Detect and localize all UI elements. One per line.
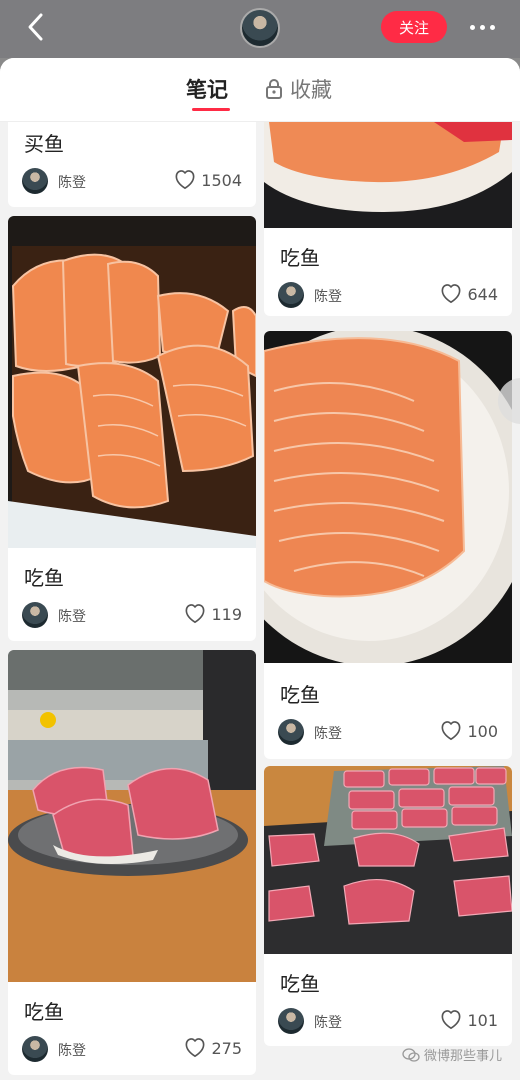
note-card[interactable]: 吃鱼 陈登 101: [264, 766, 512, 1046]
back-arrow-icon: [28, 13, 43, 41]
note-card[interactable]: 吃鱼 陈登 119: [8, 216, 256, 641]
author-name: 陈登: [58, 609, 86, 625]
like-count: 100: [467, 721, 498, 741]
avatar[interactable]: [240, 8, 280, 48]
author-name: 陈登: [314, 726, 342, 742]
note-title: 吃鱼: [280, 246, 320, 270]
note-card[interactable]: 吃鱼 陈登 100: [264, 331, 512, 759]
like-button[interactable]: 100: [440, 721, 498, 741]
salmon-plate-image: [264, 122, 512, 228]
like-count: 644: [467, 284, 498, 304]
author-avatar: [22, 1036, 48, 1062]
author-name: 陈登: [314, 289, 342, 305]
follow-button[interactable]: 关注: [381, 11, 447, 43]
author-name: 陈登: [314, 1015, 342, 1031]
author-avatar: [278, 282, 304, 308]
tuna-plate-image: [8, 650, 256, 982]
like-count: 119: [211, 604, 242, 624]
more-icon: [469, 24, 475, 30]
like-count: 275: [211, 1038, 242, 1058]
salmon-fillet-image: [264, 331, 512, 663]
more-button[interactable]: [462, 14, 502, 40]
tab-collect-label: 收藏: [290, 78, 332, 102]
heart-icon: [175, 170, 195, 190]
tab-notes[interactable]: 笔记: [186, 74, 228, 104]
note-card[interactable]: 吃鱼 陈登 275: [8, 650, 256, 1075]
heart-icon: [442, 721, 461, 741]
watermark: 微博那些事儿: [402, 1045, 502, 1064]
note-title: 买鱼: [24, 132, 64, 156]
like-count: 1504: [201, 170, 242, 190]
author-name: 陈登: [58, 175, 86, 191]
note-card[interactable]: 买鱼 陈登 1504: [8, 122, 256, 207]
back-button[interactable]: [20, 10, 50, 44]
notes-sheet: 笔记 收藏 买鱼 陈登 1504 吃鱼 陈登 119 吃鱼 陈登 275 吃鱼 …: [0, 58, 520, 1080]
like-button[interactable]: 644: [440, 284, 498, 304]
like-button[interactable]: 119: [184, 604, 242, 624]
heart-icon: [442, 1010, 461, 1030]
tuna-sushi-image: [264, 766, 512, 954]
watermark-text: 微博那些事儿: [424, 1049, 503, 1064]
like-button[interactable]: 101: [440, 1010, 498, 1030]
top-bar: 关注: [0, 0, 520, 58]
like-button[interactable]: 1504: [174, 170, 242, 190]
tab-active-indicator: [192, 108, 230, 111]
tab-collect[interactable]: 收藏: [264, 74, 332, 104]
author-avatar: [278, 719, 304, 745]
note-title: 吃鱼: [24, 566, 64, 590]
note-title: 吃鱼: [280, 972, 320, 996]
note-card[interactable]: 吃鱼 陈登 644: [264, 122, 512, 316]
note-title: 吃鱼: [280, 683, 320, 707]
heart-icon: [186, 604, 205, 624]
like-button[interactable]: 275: [184, 1038, 242, 1058]
tab-bar: 笔记 收藏: [0, 58, 520, 122]
author-avatar: [22, 168, 48, 194]
heart-icon: [442, 284, 461, 304]
like-count: 101: [467, 1010, 498, 1030]
lock-icon: [266, 79, 282, 99]
heart-icon: [186, 1038, 205, 1058]
author-name: 陈登: [58, 1043, 86, 1059]
author-avatar: [22, 602, 48, 628]
note-title: 吃鱼: [24, 1000, 64, 1024]
salmon-slices-image: [8, 216, 256, 548]
wechat-icon: [402, 1047, 420, 1062]
author-avatar: [278, 1008, 304, 1034]
